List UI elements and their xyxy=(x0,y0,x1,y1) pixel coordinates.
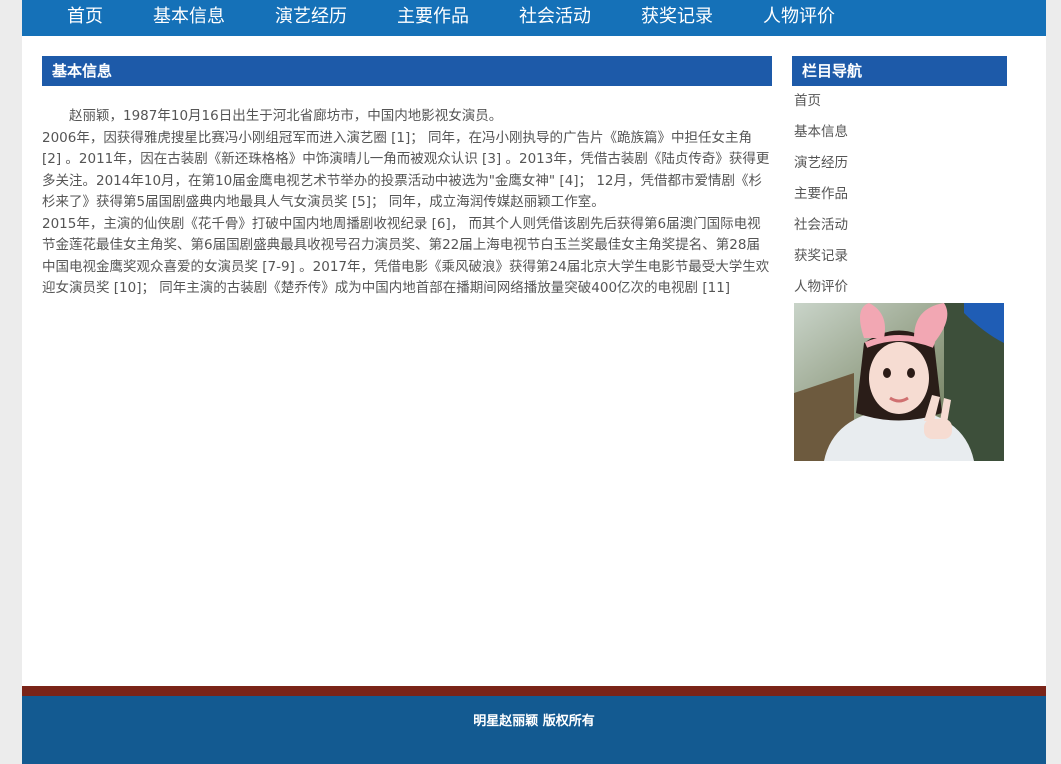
footer: 明星赵丽颖 版权所有 xyxy=(22,696,1046,764)
nav-item-works[interactable]: 主要作品 xyxy=(397,0,469,36)
footer-accent-bar xyxy=(22,686,1046,696)
sidebar-item-basic-info[interactable]: 基本信息 xyxy=(794,121,1004,152)
nav-item-basic-info[interactable]: 基本信息 xyxy=(153,0,225,36)
nav-item-home[interactable]: 首页 xyxy=(67,0,103,36)
biography-text: 赵丽颖，1987年10月16日出生于河北省廊坊市，中国内地影视女演员。 2006… xyxy=(42,106,772,300)
sidebar-item-career[interactable]: 演艺经历 xyxy=(794,152,1004,183)
sidebar-nav-list: 首页 基本信息 演艺经历 主要作品 社会活动 获奖记录 人物评价 xyxy=(794,90,1004,307)
biography-paragraph: 2015年，主演的仙侠剧《花千骨》打破中国内地周播剧收视纪录 [6]， 而其个人… xyxy=(42,215,770,297)
nav-item-awards[interactable]: 获奖记录 xyxy=(641,0,713,36)
sidebar-item-activities[interactable]: 社会活动 xyxy=(794,214,1004,245)
sidebar-item-awards[interactable]: 获奖记录 xyxy=(794,245,1004,276)
biography-paragraph: 赵丽颖，1987年10月16日出生于河北省廊坊市，中国内地影视女演员。 xyxy=(69,108,503,124)
sidebar-title: 栏目导航 xyxy=(792,56,1007,86)
sidebar-item-home[interactable]: 首页 xyxy=(794,90,1004,121)
portrait-photo xyxy=(794,303,1004,461)
copyright-text: 明星赵丽颖 版权所有 xyxy=(473,714,595,729)
main-section-title: 基本信息 xyxy=(42,56,772,86)
top-navigation: 首页 基本信息 演艺经历 主要作品 社会活动 获奖记录 人物评价 xyxy=(22,0,1046,36)
nav-item-evaluation[interactable]: 人物评价 xyxy=(763,0,835,36)
nav-item-activities[interactable]: 社会活动 xyxy=(519,0,591,36)
nav-item-career[interactable]: 演艺经历 xyxy=(275,0,347,36)
biography-paragraph: 2006年，因获得雅虎搜星比赛冯小刚组冠军而进入演艺圈 [1]； 同年，在冯小刚… xyxy=(42,129,770,211)
sidebar-item-works[interactable]: 主要作品 xyxy=(794,183,1004,214)
